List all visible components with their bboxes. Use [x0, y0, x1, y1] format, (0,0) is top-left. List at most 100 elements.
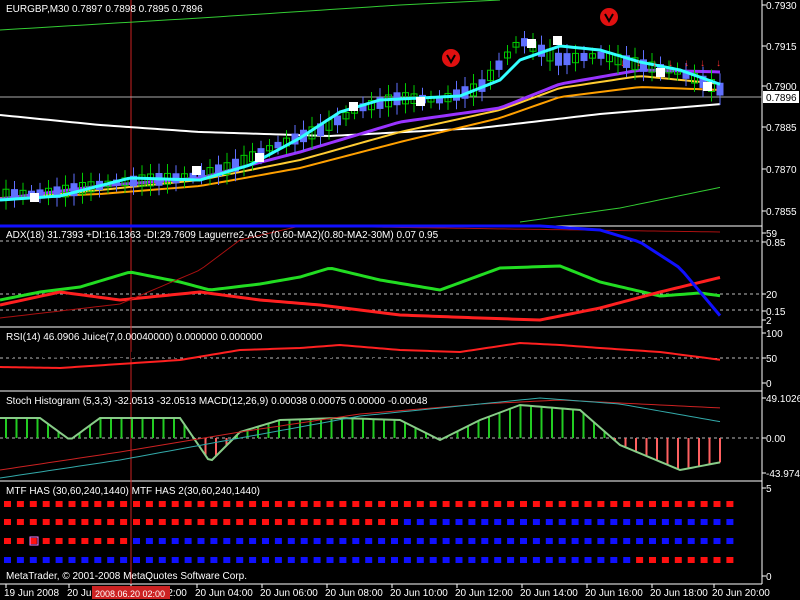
- mtf-dot: [532, 557, 540, 563]
- mtf-dot: [597, 538, 605, 544]
- mtf-dot: [274, 501, 282, 507]
- mtf-dot: [700, 557, 708, 563]
- mtf-dot: [429, 501, 437, 507]
- axis-tick-label: 0.7915: [766, 42, 797, 53]
- mtf-dot: [326, 557, 334, 563]
- mtf-dot: [223, 501, 231, 507]
- mtf-pane[interactable]: [4, 501, 734, 563]
- mtf-dot: [687, 519, 695, 525]
- juice-bar: [582, 338, 585, 358]
- juice-bar: [439, 338, 442, 358]
- mtf-dot: [558, 557, 566, 563]
- mtf-dot: [274, 519, 282, 525]
- stoch-axis: 49.1026 0.00 -43.9744: [762, 394, 800, 480]
- mtf-dot: [674, 557, 682, 563]
- juice-bar: [186, 351, 189, 358]
- mtf-dot: [726, 501, 734, 507]
- mtf-dot: [262, 501, 269, 507]
- mtf-dot: [4, 519, 11, 525]
- mtf-dot: [365, 557, 373, 563]
- price-axis: 0.79300.79150.79000.78850.78700.7855: [762, 1, 797, 218]
- trading-chart-window[interactable]: ↓ ↓ ↓ ↓ ↓ ↓ ↓ EURGBP,M30 0.7897 0.7898 0.7895 …: [0, 0, 800, 600]
- mtf-dot: [133, 519, 140, 525]
- mtf-dot: [184, 557, 192, 563]
- juice-bar: [417, 346, 420, 358]
- candle-body: [495, 60, 503, 70]
- mtf-dot: [610, 519, 618, 525]
- mtf-dot: [610, 501, 618, 507]
- adx-axis: 590.85200.152: [762, 229, 786, 327]
- mtf-dot: [442, 519, 450, 525]
- mtf-dot: [558, 538, 566, 544]
- down-arrow-icon: ↓: [684, 58, 689, 69]
- doji-marker: [527, 39, 536, 48]
- axis-tick-label: 0.7870: [766, 165, 797, 176]
- mtf-dot: [713, 538, 721, 544]
- juice-bar: [263, 358, 266, 359]
- mtf-dot: [352, 501, 360, 507]
- mtf-dot: [107, 538, 115, 544]
- juice-bar: [637, 358, 640, 376]
- rsi-pane-header: RSI(14) 46.0906 Juice(7,0.00040000) 0.00…: [6, 332, 263, 343]
- fractal-arrow-icon: [600, 8, 618, 26]
- mtf-dot: [726, 557, 734, 563]
- juice-bar: [87, 358, 90, 378]
- juice-bar: [450, 340, 453, 358]
- mtf-dot: [94, 538, 102, 544]
- mtf-dot: [158, 538, 166, 544]
- mtf-dot: [81, 538, 89, 544]
- juice-bar: [43, 348, 46, 358]
- mtf-dot: [158, 501, 166, 507]
- doji-marker: [656, 68, 665, 77]
- mtf-dot: [700, 538, 708, 544]
- juice-bar: [373, 358, 376, 378]
- mtf-dot: [42, 557, 50, 563]
- juice-bar: [219, 358, 222, 377]
- mtf-dot: [210, 519, 218, 525]
- juice-bar: [120, 358, 123, 362]
- adx-pane-header: ADX(18) 31.7393 +DI:16.1363 -DI:29.7609 …: [6, 230, 439, 241]
- mtf-dot: [468, 501, 476, 507]
- mtf-dot: [249, 538, 257, 544]
- mtf-dot: [416, 557, 424, 563]
- juice-bar: [560, 344, 563, 358]
- mtf-dot: [623, 501, 631, 507]
- doji-marker: [192, 166, 201, 175]
- axis-tick-label: 49.1026: [766, 394, 800, 405]
- mtf-dot: [661, 501, 669, 507]
- mtf-dot: [145, 501, 153, 507]
- rsi-axis: 100 50 0: [762, 329, 783, 390]
- mtf-dot: [42, 501, 50, 507]
- mtf-dot: [81, 557, 89, 563]
- mtf-dot: [726, 519, 734, 525]
- mtf-dot: [494, 557, 502, 563]
- juice-bar: [175, 342, 178, 358]
- mtf-dot: [197, 557, 205, 563]
- mtf-dot: [120, 538, 128, 544]
- mtf-dot: [236, 519, 244, 525]
- axis-tick-label: 20: [766, 290, 778, 301]
- lower-envelope: [519, 186, 721, 223]
- mtf-dot: [520, 501, 527, 507]
- time-label: 20 Jun 10:00: [390, 588, 448, 599]
- mtf-dot: [623, 519, 631, 525]
- mtf-dot: [649, 519, 656, 525]
- mtf-dot: [584, 538, 592, 544]
- price-pane[interactable]: ↓ ↓ ↓ ↓ ↓ ↓ ↓: [0, 0, 762, 223]
- doji-marker: [703, 82, 712, 91]
- mtf-dot: [365, 538, 373, 544]
- mtf-dot: [416, 538, 424, 544]
- rsi-pane[interactable]: [0, 338, 762, 378]
- rsi-line: [0, 341, 721, 370]
- axis-tick-label: -43.9744: [766, 469, 800, 480]
- mtf-dot: [481, 557, 489, 563]
- time-label: 19 Jun 2008: [4, 588, 59, 599]
- down-arrow-icon: ↓: [636, 58, 641, 69]
- price-pane-header: EURGBP,M30 0.7897 0.7898 0.7895 0.7896: [6, 4, 203, 15]
- mtf-dot: [352, 557, 360, 563]
- juice-bar: [538, 358, 541, 363]
- stoch-pane[interactable]: [0, 397, 762, 479]
- mtf-dot: [481, 501, 489, 507]
- candle-body: [580, 52, 588, 62]
- mtf-dot: [636, 557, 644, 563]
